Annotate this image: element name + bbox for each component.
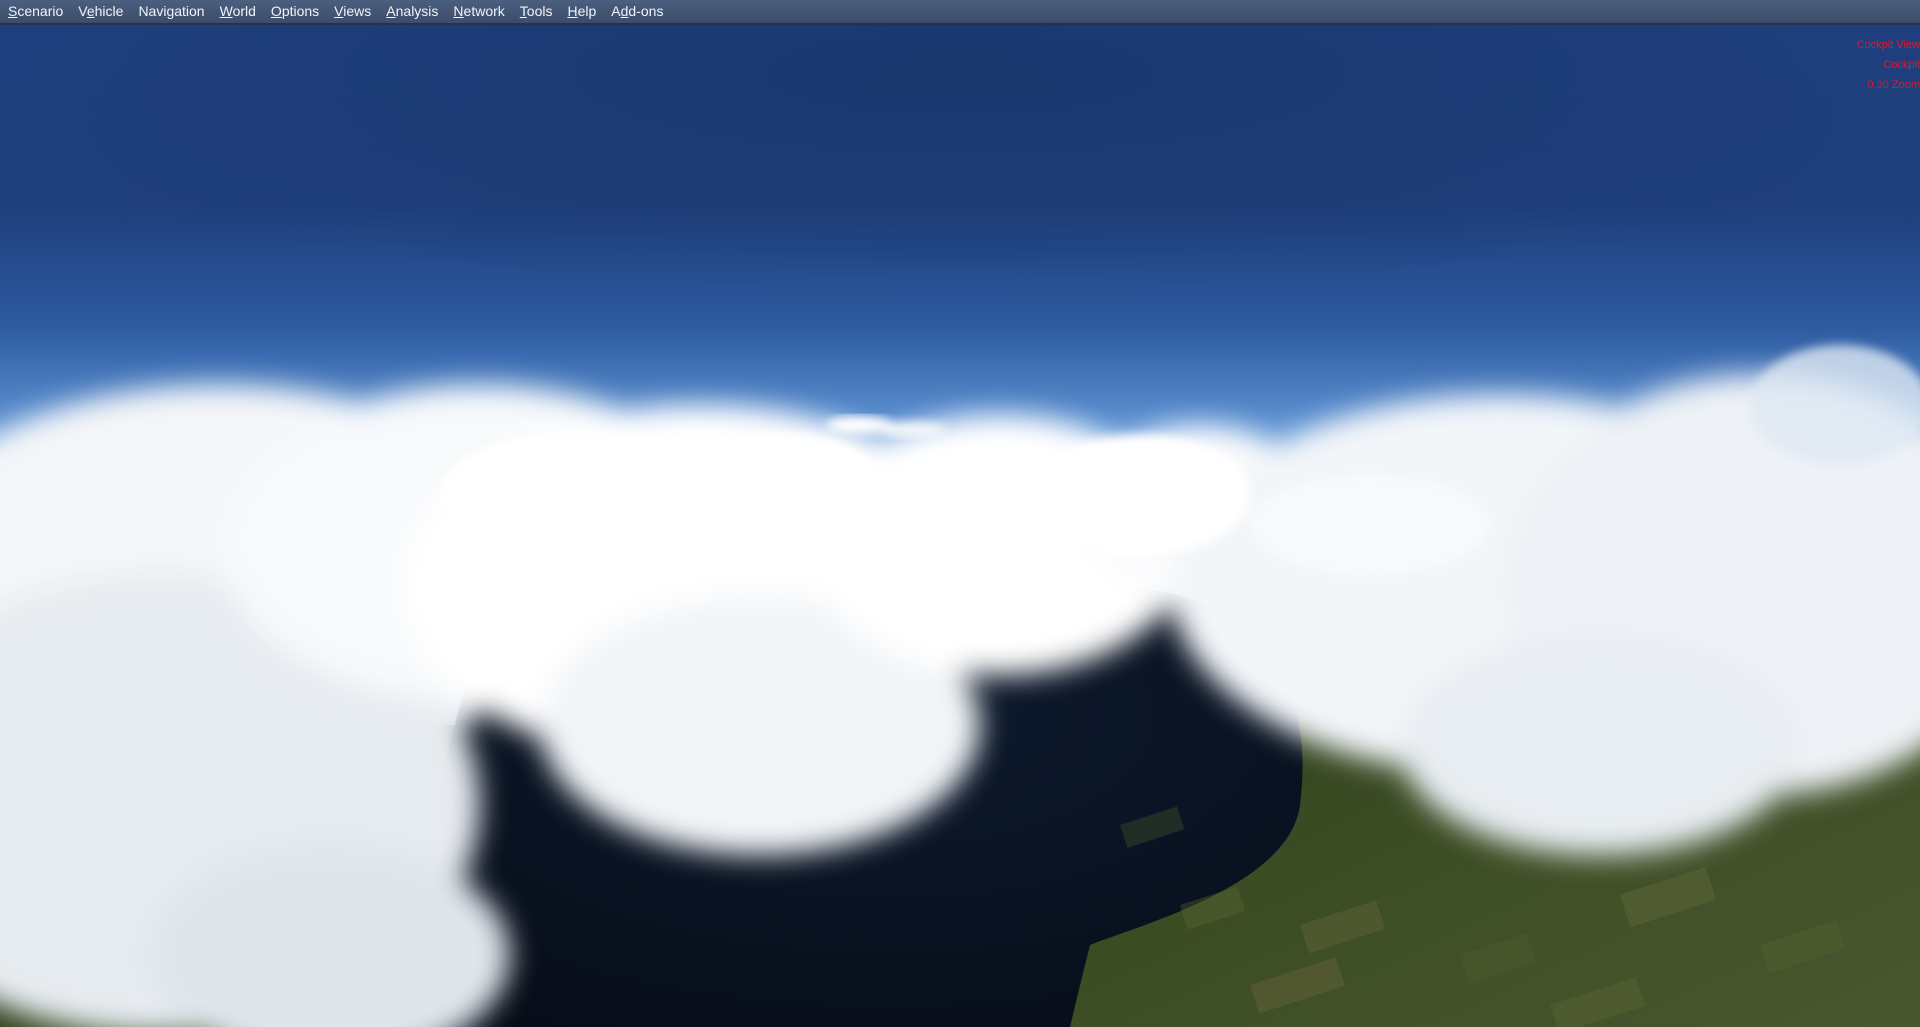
menu-analysis[interactable]: Analysis xyxy=(382,0,449,23)
view-info-overlay: Cockpit View Cockpit 0.30 Zoom xyxy=(1830,35,1920,95)
view-name-label: Cockpit xyxy=(1883,59,1920,71)
sky-shade xyxy=(0,25,1920,425)
menu-network[interactable]: Network xyxy=(449,0,515,23)
menu-navigation[interactable]: Navigation xyxy=(134,0,215,23)
menu-tools[interactable]: Tools xyxy=(516,0,564,23)
menu-help[interactable]: Help xyxy=(563,0,607,23)
menu-vehicle[interactable]: Vehicle xyxy=(74,0,134,23)
menu-add-ons[interactable]: Add-ons xyxy=(607,0,674,23)
menu-views[interactable]: Views xyxy=(330,0,382,23)
menu-bar: Scenario Vehicle Navigation World Option… xyxy=(0,0,1920,25)
zoom-level-label: 0.30 Zoom xyxy=(1867,79,1920,91)
menu-options[interactable]: Options xyxy=(267,0,330,23)
simulator-window: Scenario Vehicle Navigation World Option… xyxy=(0,0,1920,1027)
3d-viewport[interactable]: Cockpit View Cockpit 0.30 Zoom xyxy=(0,25,1920,1027)
menu-scenario[interactable]: Scenario xyxy=(4,0,74,23)
view-mode-label: Cockpit View xyxy=(1856,39,1920,51)
menu-world[interactable]: World xyxy=(216,0,267,23)
scenery-view xyxy=(0,25,1920,1027)
